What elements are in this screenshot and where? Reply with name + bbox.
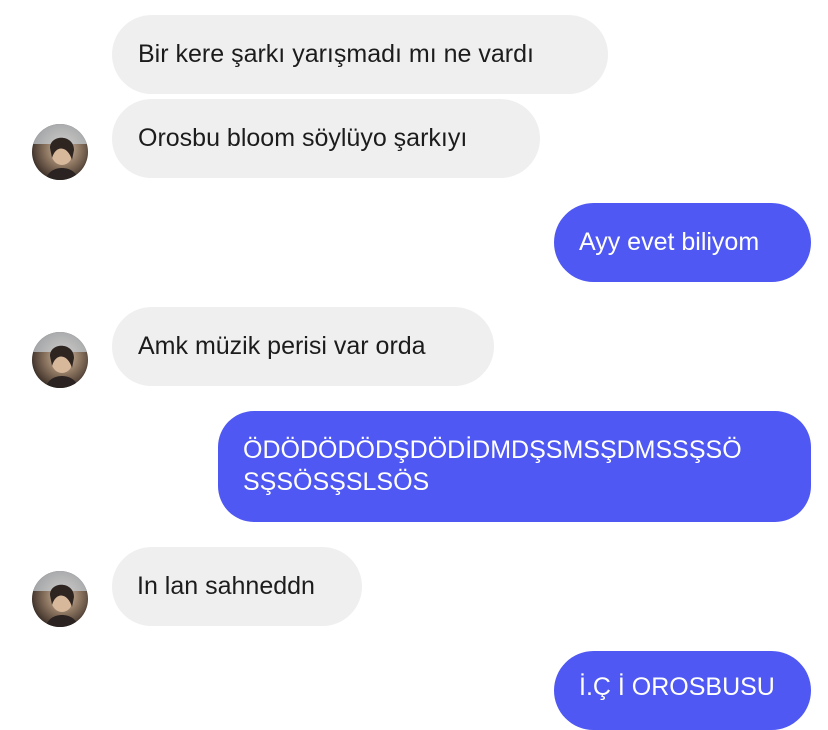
avatar-photo-icon	[32, 571, 88, 627]
message-bubble-incoming[interactable]: Orosbu bloom söylüyo şarkıyı	[112, 99, 540, 178]
avatar-photo-icon	[32, 332, 88, 388]
message-text-line: ÖDÖDÖDÖDŞDÖDİDMDŞSMSŞDMSSŞSÖ	[243, 436, 742, 464]
message-bubble-incoming[interactable]: In lan sahneddn	[112, 547, 362, 626]
message-bubble-incoming[interactable]: Amk müzik perisi var orda	[112, 307, 494, 386]
message-text: Bir kere şarkı yarışmadı mı ne vardı	[138, 40, 534, 68]
message-bubble-outgoing[interactable]: İ.Ç İ OROSBUSU	[554, 651, 811, 730]
message-text: In lan sahneddn	[137, 572, 315, 600]
message-text: Orosbu bloom söylüyo şarkıyı	[138, 124, 468, 152]
message-text-line: SŞSÖSŞSLSÖS	[243, 468, 430, 496]
message-text: Amk müzik perisi var orda	[138, 332, 426, 360]
avatar-photo-icon	[32, 124, 88, 180]
contact-avatar[interactable]	[32, 124, 88, 180]
contact-avatar[interactable]	[32, 571, 88, 627]
message-bubble-outgoing[interactable]: Ayy evet biliyom	[554, 203, 811, 282]
message-bubble-outgoing[interactable]: ÖDÖDÖDÖDŞDÖDİDMDŞSMSŞDMSSŞSÖ SŞSÖSŞSLSÖS	[218, 411, 811, 522]
message-text: İ.Ç İ OROSBUSU	[579, 673, 775, 701]
message-bubble-incoming[interactable]: Bir kere şarkı yarışmadı mı ne vardı	[112, 15, 608, 94]
message-text: Ayy evet biliyom	[579, 228, 760, 256]
contact-avatar[interactable]	[32, 332, 88, 388]
